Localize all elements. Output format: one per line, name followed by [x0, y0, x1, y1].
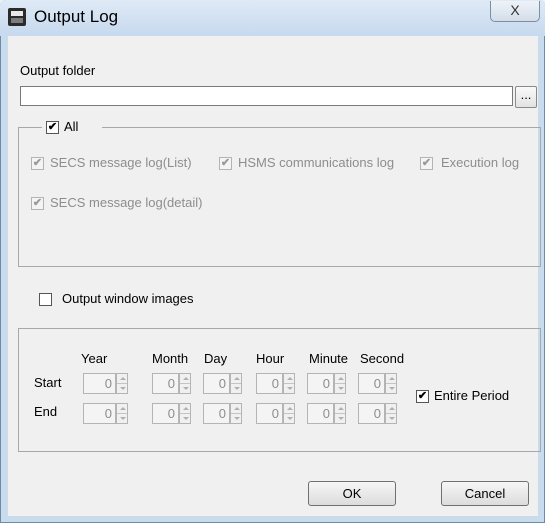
start-minute-spinner[interactable]: 0: [307, 373, 352, 394]
start-minute-arrows[interactable]: [334, 373, 346, 394]
end-year-arrows[interactable]: [116, 403, 128, 424]
end-second-value[interactable]: 0: [358, 403, 385, 424]
end-day-spinner[interactable]: 0: [203, 403, 248, 424]
all-checkbox[interactable]: ✔: [46, 121, 59, 134]
execution-log-checkbox[interactable]: ✔: [420, 157, 433, 170]
title-bar: Output Log X: [0, 0, 545, 36]
end-day-value[interactable]: 0: [203, 403, 230, 424]
end-month-arrows[interactable]: [179, 403, 191, 424]
start-day-arrows[interactable]: [230, 373, 242, 394]
start-year-spinner[interactable]: 0: [83, 373, 128, 394]
minute-header: Minute: [309, 351, 349, 366]
app-icon: [8, 8, 26, 26]
start-hour-value[interactable]: 0: [256, 373, 283, 394]
end-day-arrows[interactable]: [230, 403, 242, 424]
end-minute-arrows[interactable]: [334, 403, 346, 424]
secs-detail-label: SECS message log(detail): [50, 195, 203, 210]
close-button[interactable]: X: [490, 1, 540, 22]
execution-log-label: Execution log: [441, 155, 520, 170]
start-minute-value[interactable]: 0: [307, 373, 334, 394]
window-images-label: Output window images: [62, 291, 194, 306]
end-second-arrows[interactable]: [385, 403, 397, 424]
secs-list-label: SECS message log(List): [50, 155, 192, 170]
browse-button[interactable]: ...: [515, 86, 537, 108]
start-hour-spinner[interactable]: 0: [256, 373, 301, 394]
start-label: Start: [34, 375, 62, 390]
end-label: End: [34, 404, 58, 419]
window-images-checkbox[interactable]: [39, 293, 52, 306]
second-header: Second: [360, 351, 405, 366]
end-second-spinner[interactable]: 0: [358, 403, 403, 424]
end-minute-value[interactable]: 0: [307, 403, 334, 424]
start-year-arrows[interactable]: [116, 373, 128, 394]
day-header: Day: [204, 351, 228, 366]
start-second-value[interactable]: 0: [358, 373, 385, 394]
secs-detail-checkbox[interactable]: ✔: [31, 197, 44, 210]
start-day-spinner[interactable]: 0: [203, 373, 248, 394]
end-year-value[interactable]: 0: [83, 403, 116, 424]
output-folder-label: Output folder: [20, 63, 96, 78]
hsms-checkbox[interactable]: ✔: [219, 157, 232, 170]
hour-header: Hour: [256, 351, 285, 366]
end-minute-spinner[interactable]: 0: [307, 403, 352, 424]
end-hour-arrows[interactable]: [283, 403, 295, 424]
hsms-label: HSMS communications log: [238, 155, 395, 170]
entire-period-label: Entire Period: [434, 388, 510, 403]
all-label: All: [64, 119, 79, 134]
output-folder-input[interactable]: [20, 86, 513, 106]
cancel-button[interactable]: Cancel: [441, 481, 529, 506]
secs-list-checkbox[interactable]: ✔: [31, 157, 44, 170]
month-header: Month: [152, 351, 189, 366]
end-month-spinner[interactable]: 0: [152, 403, 197, 424]
end-hour-spinner[interactable]: 0: [256, 403, 301, 424]
start-day-value[interactable]: 0: [203, 373, 230, 394]
start-month-value[interactable]: 0: [152, 373, 179, 394]
start-second-spinner[interactable]: 0: [358, 373, 403, 394]
ok-button[interactable]: OK: [308, 481, 396, 506]
end-month-value[interactable]: 0: [152, 403, 179, 424]
start-second-arrows[interactable]: [385, 373, 397, 394]
start-year-value[interactable]: 0: [83, 373, 116, 394]
year-header: Year: [81, 351, 108, 366]
end-year-spinner[interactable]: 0: [83, 403, 128, 424]
window-title: Output Log: [34, 7, 119, 26]
start-month-spinner[interactable]: 0: [152, 373, 197, 394]
end-hour-value[interactable]: 0: [256, 403, 283, 424]
entire-period-checkbox[interactable]: ✔: [416, 390, 429, 403]
start-month-arrows[interactable]: [179, 373, 191, 394]
start-hour-arrows[interactable]: [283, 373, 295, 394]
